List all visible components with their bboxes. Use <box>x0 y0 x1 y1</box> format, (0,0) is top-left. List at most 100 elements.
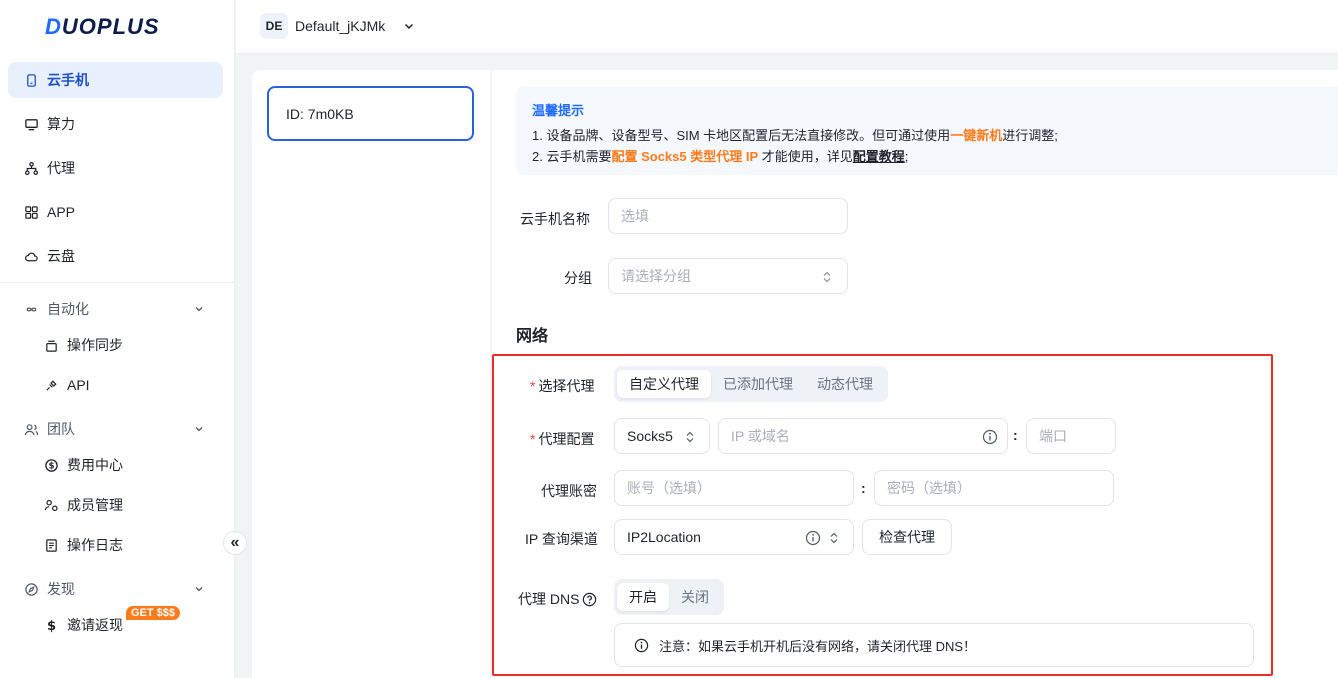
updown-icon <box>684 430 696 447</box>
sidebar-item-proxy[interactable]: 代理 <box>8 150 223 186</box>
help-icon[interactable] <box>582 592 597 607</box>
sidebar-item-label: 代理 <box>47 160 75 176</box>
monitor-icon <box>23 116 39 132</box>
dollar-circle-icon: $ <box>43 457 59 473</box>
promo-badge: GET $$$ <box>126 606 181 620</box>
sidebar-item-billing[interactable]: $ 费用中心 <box>43 450 123 480</box>
grid-icon <box>23 204 39 220</box>
updown-icon <box>821 270 833 287</box>
chevron-down-icon[interactable] <box>402 19 416 36</box>
sidebar-item-sync[interactable]: 操作同步 <box>43 330 123 360</box>
member-icon <box>43 497 59 513</box>
sidebar-group-automation[interactable]: 自动化 <box>8 293 223 325</box>
tips-box: 温馨提示 1. 设备品牌、设备型号、SIM 卡地区配置后无法直接修改。但可通过使… <box>516 86 1338 175</box>
info-icon[interactable] <box>982 429 998 448</box>
plug-icon <box>43 377 59 393</box>
workspace-avatar[interactable]: DE <box>260 13 288 39</box>
group-select[interactable]: 请选择分组 <box>608 258 848 294</box>
svg-text:$: $ <box>46 619 55 633</box>
double-chevron-left-icon: « <box>230 534 240 551</box>
proxy-account-label: 代理账密 <box>541 483 597 499</box>
name-label: 云手机名称 <box>520 211 590 227</box>
sidebar-item-invite[interactable]: $ 邀请返现 <box>43 610 123 640</box>
ip-channel-label: IP 查询渠道 <box>525 531 598 547</box>
sidebar-item-label: API <box>67 377 90 393</box>
sidebar-item-label: 操作日志 <box>67 537 123 553</box>
colon-separator: : <box>861 480 866 496</box>
collapse-sidebar-button[interactable]: « <box>223 531 247 555</box>
dns-off-option[interactable]: 关闭 <box>669 583 721 611</box>
proxy-protocol-select[interactable]: Socks5 <box>614 418 710 454</box>
tips-title: 温馨提示 <box>532 103 585 118</box>
proxy-dns-label: 代理 DNS <box>518 589 597 609</box>
dns-warning-note: 注意：如果云手机开机后没有网络，请关闭代理 DNS！ <box>614 623 1254 667</box>
device-list-panel: ID: 7m0KB <box>252 70 490 678</box>
proxy-port-input[interactable]: 端口 <box>1026 418 1116 454</box>
check-proxy-button[interactable]: 检查代理 <box>862 519 952 555</box>
info-icon <box>633 637 649 653</box>
device-card[interactable]: ID: 7m0KB <box>267 86 474 141</box>
tip-line-2: 2. 云手机需要配置 Socks5 类型代理 IP 才能使用，详见配置教程; <box>532 149 909 164</box>
socks5-proxy-link[interactable]: 配置 Socks5 类型代理 IP <box>611 149 758 164</box>
duoplus-logo[interactable]: DUOPLUS <box>45 14 160 40</box>
top-header: DE Default_jKJMk <box>236 0 1338 54</box>
group-label: 发现 <box>47 581 75 597</box>
proxy-dns-toggle: 开启 关闭 <box>614 579 724 615</box>
proxy-host-input[interactable]: IP 或域名 <box>718 418 1008 454</box>
sidebar-divider <box>0 282 235 283</box>
group-label: 分组 <box>564 270 592 286</box>
tab-custom-proxy[interactable]: 自定义代理 <box>617 370 711 398</box>
proxy-config-label: * 代理配置 <box>530 431 595 447</box>
sidebar-item-members[interactable]: 成员管理 <box>43 490 123 520</box>
tip-line-1: 1. 设备品牌、设备型号、SIM 卡地区配置后无法直接修改。但可通过使用一键新机… <box>532 128 1058 143</box>
ip-channel-select[interactable]: IP2Location <box>614 519 854 555</box>
sidebar-item-label: 费用中心 <box>67 457 123 473</box>
dollar-icon: $ <box>43 617 59 633</box>
group-label: 团队 <box>47 421 75 437</box>
config-tutorial-link[interactable]: 配置教程 <box>853 149 905 164</box>
layers-icon <box>43 337 59 353</box>
sidebar-item-label: 邀请返现 <box>67 617 123 633</box>
compass-icon <box>23 581 39 597</box>
sidebar-item-app[interactable]: APP <box>8 194 223 230</box>
svg-text:$: $ <box>48 460 54 470</box>
document-icon <box>43 537 59 553</box>
updown-icon <box>828 531 840 548</box>
users-icon <box>23 421 39 437</box>
sidebar-item-label: 操作同步 <box>67 337 123 353</box>
proxy-type-tabs: 自定义代理 已添加代理 动态代理 <box>614 366 888 402</box>
sidebar-item-label: 成员管理 <box>67 497 123 513</box>
sidebar-group-discover[interactable]: 发现 <box>8 573 223 605</box>
colon-separator: : <box>1013 427 1018 443</box>
proxy-password-input[interactable]: 密码（选填） <box>874 470 1114 506</box>
sidebar-item-cloud-phone[interactable]: 云手机 <box>8 62 223 98</box>
group-label: 自动化 <box>47 301 89 317</box>
sidebar-item-cloud-drive[interactable]: 云盘 <box>8 238 223 274</box>
tab-dynamic-proxy[interactable]: 动态代理 <box>805 370 885 398</box>
proxy-account-input[interactable]: 账号（选填） <box>614 470 854 506</box>
phone-icon <box>23 72 39 88</box>
sidebar-item-label: APP <box>47 204 76 220</box>
tab-added-proxy[interactable]: 已添加代理 <box>711 370 805 398</box>
sidebar-item-label: 算力 <box>47 116 75 132</box>
info-icon[interactable] <box>805 530 821 549</box>
sidebar-item-compute[interactable]: 算力 <box>8 106 223 142</box>
phone-name-input[interactable]: 选填 <box>608 198 848 234</box>
sidebar: DUOPLUS 云手机 算力 代理 APP 云盘 自动化 操作同步 API 团队 <box>0 0 235 678</box>
sidebar-group-team[interactable]: 团队 <box>8 413 223 445</box>
proxy-select-label: * 选择代理 <box>530 378 595 394</box>
dns-on-option[interactable]: 开启 <box>617 583 669 611</box>
chevron-down-icon <box>193 422 205 438</box>
chevron-down-icon <box>193 302 205 318</box>
workspace-name[interactable]: Default_jKJMk <box>295 18 385 34</box>
sidebar-item-logs[interactable]: 操作日志 <box>43 530 123 560</box>
chevron-down-icon <box>193 582 205 598</box>
device-config-form: 温馨提示 1. 设备品牌、设备型号、SIM 卡地区配置后无法直接修改。但可通过使… <box>492 70 1338 678</box>
one-click-new-device-link[interactable]: 一键新机 <box>950 128 1002 143</box>
network-section-title: 网络 <box>516 328 549 345</box>
sidebar-item-label: 云盘 <box>47 248 75 264</box>
sidebar-item-api[interactable]: API <box>43 370 90 400</box>
device-id: ID: 7m0KB <box>286 105 354 122</box>
dns-warning-text: 注意：如果云手机开机后没有网络，请关闭代理 DNS！ <box>659 638 977 654</box>
infinity-icon <box>23 301 39 317</box>
